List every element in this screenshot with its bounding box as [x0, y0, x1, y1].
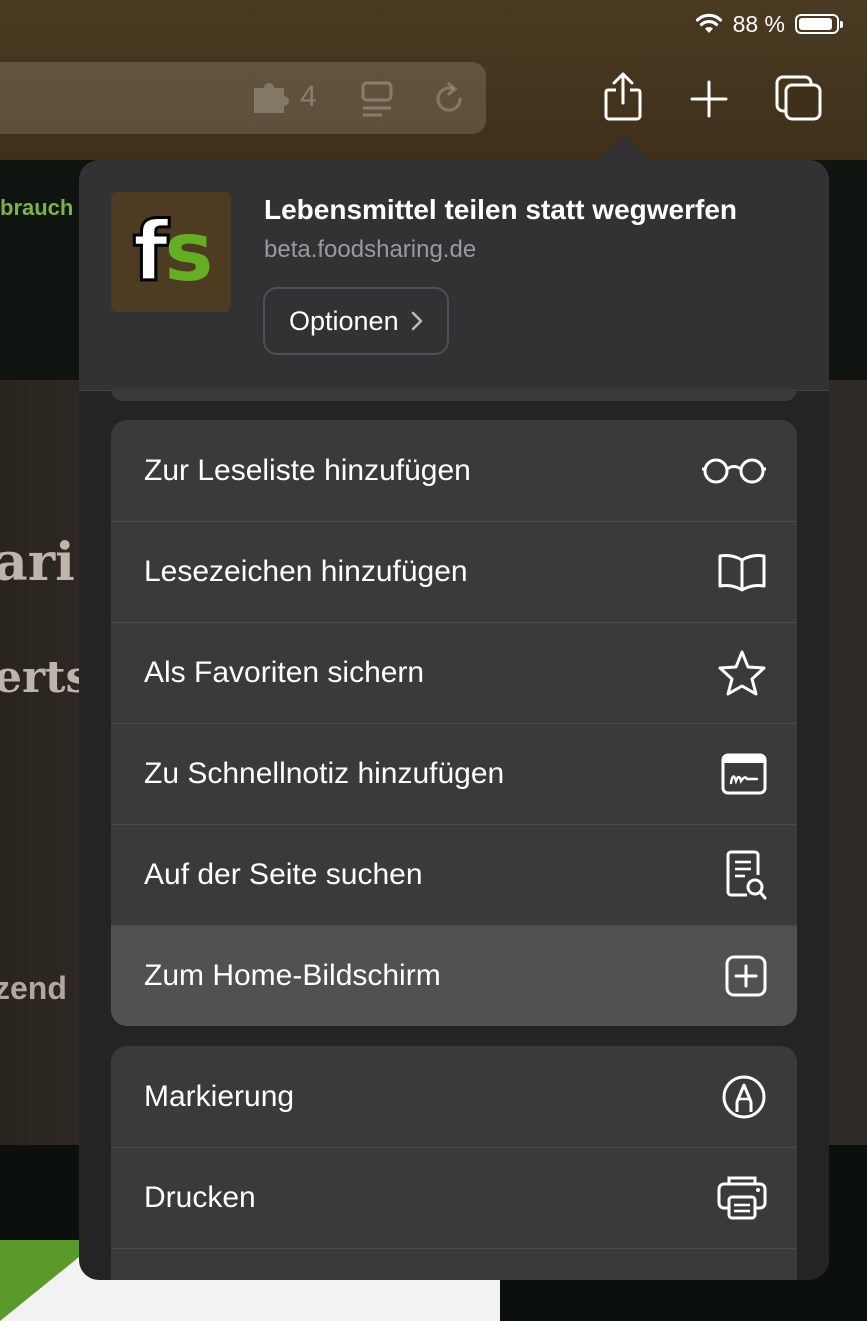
- action-find-on-page[interactable]: Auf der Seite suchen: [111, 824, 797, 925]
- reading-glasses-icon: [702, 458, 766, 483]
- action-markup[interactable]: Markierung: [111, 1046, 797, 1147]
- popover-arrow: [596, 136, 652, 162]
- foodsharing-logo: fs: [111, 192, 231, 312]
- quick-note-icon: [721, 753, 767, 794]
- action-quick-note[interactable]: Zu Schnellnotiz hinzufügen: [111, 723, 797, 824]
- wifi-icon: [695, 13, 722, 33]
- add-square-icon: [725, 955, 767, 996]
- status-bar: 88 %: [695, 8, 843, 40]
- actions-group-2: Markierung Drucken: [111, 1046, 797, 1280]
- reader-mode-icon[interactable]: [360, 80, 394, 118]
- options-button[interactable]: Optionen: [263, 287, 449, 355]
- share-sheet: fs Lebensmittel teilen statt wegwerfen b…: [79, 160, 829, 1280]
- share-title: Lebensmittel teilen statt wegwerfen: [264, 194, 737, 225]
- action-add-to-home-screen[interactable]: Zum Home-Bildschirm: [111, 925, 797, 1026]
- share-domain: beta.foodsharing.de: [264, 236, 477, 263]
- page-heading-fragment: ari: [0, 532, 75, 593]
- markup-pen-icon: [722, 1075, 766, 1118]
- share-icon[interactable]: [602, 72, 644, 122]
- extension-count: 4: [300, 80, 317, 113]
- action-add-bookmark[interactable]: Lesezeichen hinzufügen: [111, 521, 797, 622]
- page-text-fragment: zend: [0, 970, 67, 1006]
- star-icon: [718, 650, 766, 695]
- action-add-to-reading-list[interactable]: Zur Leseliste hinzufügen: [111, 420, 797, 521]
- action-next-partial[interactable]: [111, 1248, 797, 1280]
- action-print[interactable]: Drucken: [111, 1147, 797, 1248]
- extension-puzzle-icon[interactable]: [252, 82, 292, 114]
- printer-icon: [717, 1176, 767, 1219]
- address-bar[interactable]: 4: [0, 62, 486, 134]
- find-on-page-icon: [726, 850, 767, 899]
- battery-icon: [795, 14, 843, 34]
- tabs-overview-icon[interactable]: [774, 74, 824, 122]
- page-link-fragment[interactable]: brauch: [0, 195, 73, 221]
- app-row-peek: [111, 389, 797, 401]
- reload-icon[interactable]: [432, 82, 466, 116]
- page-heading-fragment-2: erts: [0, 652, 91, 703]
- battery-percentage: 88 %: [732, 10, 785, 37]
- options-label: Optionen: [289, 305, 399, 336]
- book-icon: [718, 553, 766, 591]
- actions-group-1: Zur Leseliste hinzufügen Lesezeichen hin…: [111, 420, 797, 1026]
- chevron-right-icon: [411, 311, 422, 331]
- action-add-favorite[interactable]: Als Favoriten sichern: [111, 622, 797, 723]
- new-tab-plus-icon[interactable]: [690, 80, 728, 118]
- share-sheet-header: fs Lebensmittel teilen statt wegwerfen b…: [79, 160, 829, 391]
- next-action-icon: [721, 1279, 767, 1281]
